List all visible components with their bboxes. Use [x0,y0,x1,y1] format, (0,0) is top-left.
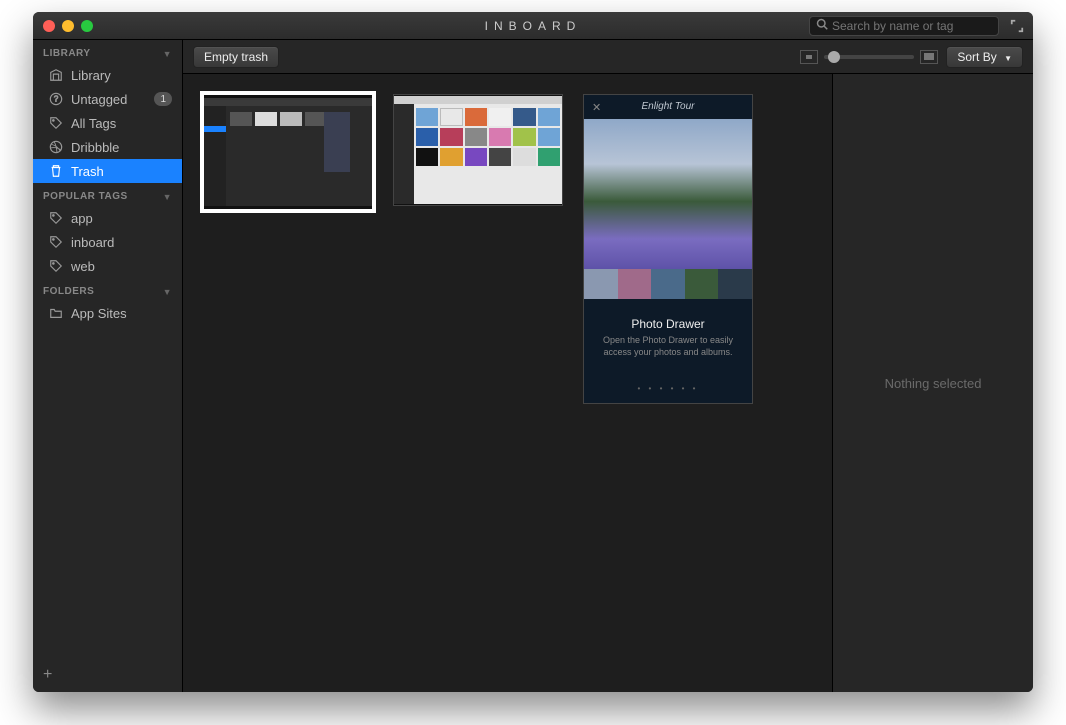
folder-icon [49,306,63,320]
thumbnail-size-control [800,50,938,64]
sort-by-label: Sort By [957,50,996,64]
minimize-window-button[interactable] [62,20,74,32]
tag-icon [49,211,63,225]
close-window-button[interactable] [43,20,55,32]
thumb-small-icon[interactable] [800,50,818,64]
thumbnail-size-slider[interactable] [824,55,914,59]
sidebar-folder-app-sites[interactable]: App Sites [33,301,182,325]
chevron-down-icon: ▼ [163,49,172,59]
sidebar-item-library[interactable]: Library [33,63,182,87]
fullscreen-button[interactable] [1009,18,1025,34]
thumb-large-icon[interactable] [920,50,938,64]
section-label: FOLDERS [43,286,94,297]
thumbnail-item[interactable] [393,94,563,404]
sidebar-item-label: Dribbble [71,140,119,155]
sidebar-item-label: inboard [71,235,114,250]
page-dots: • • • • • • [584,384,752,393]
sidebar-item-label: app [71,211,93,226]
sidebar-item-trash[interactable]: Trash [33,159,182,183]
empty-trash-button[interactable]: Empty trash [193,46,279,68]
search-input[interactable] [832,19,992,33]
sidebar-item-label: Untagged [71,92,127,107]
window-controls [43,20,93,32]
sidebar-item-label: App Sites [71,306,127,321]
app-window: INBOARD LIBRARY ▼ Library ? Untagged [33,12,1033,692]
toolbar: Empty trash Sort By ▼ [183,40,1033,74]
sidebar-item-dribbble[interactable]: Dribbble [33,135,182,159]
count-badge: 1 [154,92,172,106]
chevron-down-icon: ▼ [163,192,172,202]
sidebar-item-label: All Tags [71,116,116,131]
thumbnail-image: ✕ Enlight Tour Photo Drawer Open the Pho… [583,94,753,404]
tour-body: Open the Photo Drawer to easily access y… [596,335,740,358]
sidebar-item-label: Library [71,68,111,83]
tag-icon [49,116,63,130]
sidebar-item-label: Trash [71,164,104,179]
sort-by-button[interactable]: Sort By ▼ [946,46,1023,68]
section-label: POPULAR TAGS [43,191,128,202]
thumbnail-item[interactable] [203,94,373,404]
thumbnail-item[interactable]: ✕ Enlight Tour Photo Drawer Open the Pho… [583,94,753,404]
svg-text:?: ? [54,95,59,104]
sidebar-item-untagged[interactable]: ? Untagged 1 [33,87,182,111]
zoom-window-button[interactable] [81,20,93,32]
question-icon: ? [49,92,63,106]
sidebar-tag-web[interactable]: web [33,254,182,278]
chevron-down-icon: ▼ [163,287,172,297]
section-header-popular-tags[interactable]: POPULAR TAGS ▼ [33,183,182,206]
thumbnail-image [203,94,373,210]
main-area: Empty trash Sort By ▼ [183,40,1033,692]
thumbnail-grid: ✕ Enlight Tour Photo Drawer Open the Pho… [183,74,833,692]
tour-title: Enlight Tour [584,101,752,112]
thumbnail-image [393,94,563,206]
sidebar: LIBRARY ▼ Library ? Untagged 1 All Tags … [33,40,183,692]
section-header-folders[interactable]: FOLDERS ▼ [33,278,182,301]
library-icon [49,68,63,82]
chevron-down-icon: ▼ [1004,54,1012,63]
search-icon [816,17,832,35]
dribbble-icon [49,140,63,154]
tag-icon [49,235,63,249]
tag-icon [49,259,63,273]
sidebar-tag-inboard[interactable]: inboard [33,230,182,254]
sidebar-item-label: web [71,259,95,274]
inspector-panel: Nothing selected [833,74,1033,692]
section-label: LIBRARY [43,48,91,59]
sidebar-item-all-tags[interactable]: All Tags [33,111,182,135]
section-header-library[interactable]: LIBRARY ▼ [33,40,182,63]
tour-heading: Photo Drawer [584,317,752,331]
sidebar-tag-app[interactable]: app [33,206,182,230]
inspector-empty-label: Nothing selected [885,376,982,391]
add-button[interactable]: + [43,666,52,684]
search-field[interactable] [809,16,999,36]
titlebar: INBOARD [33,12,1033,40]
trash-icon [49,164,63,178]
